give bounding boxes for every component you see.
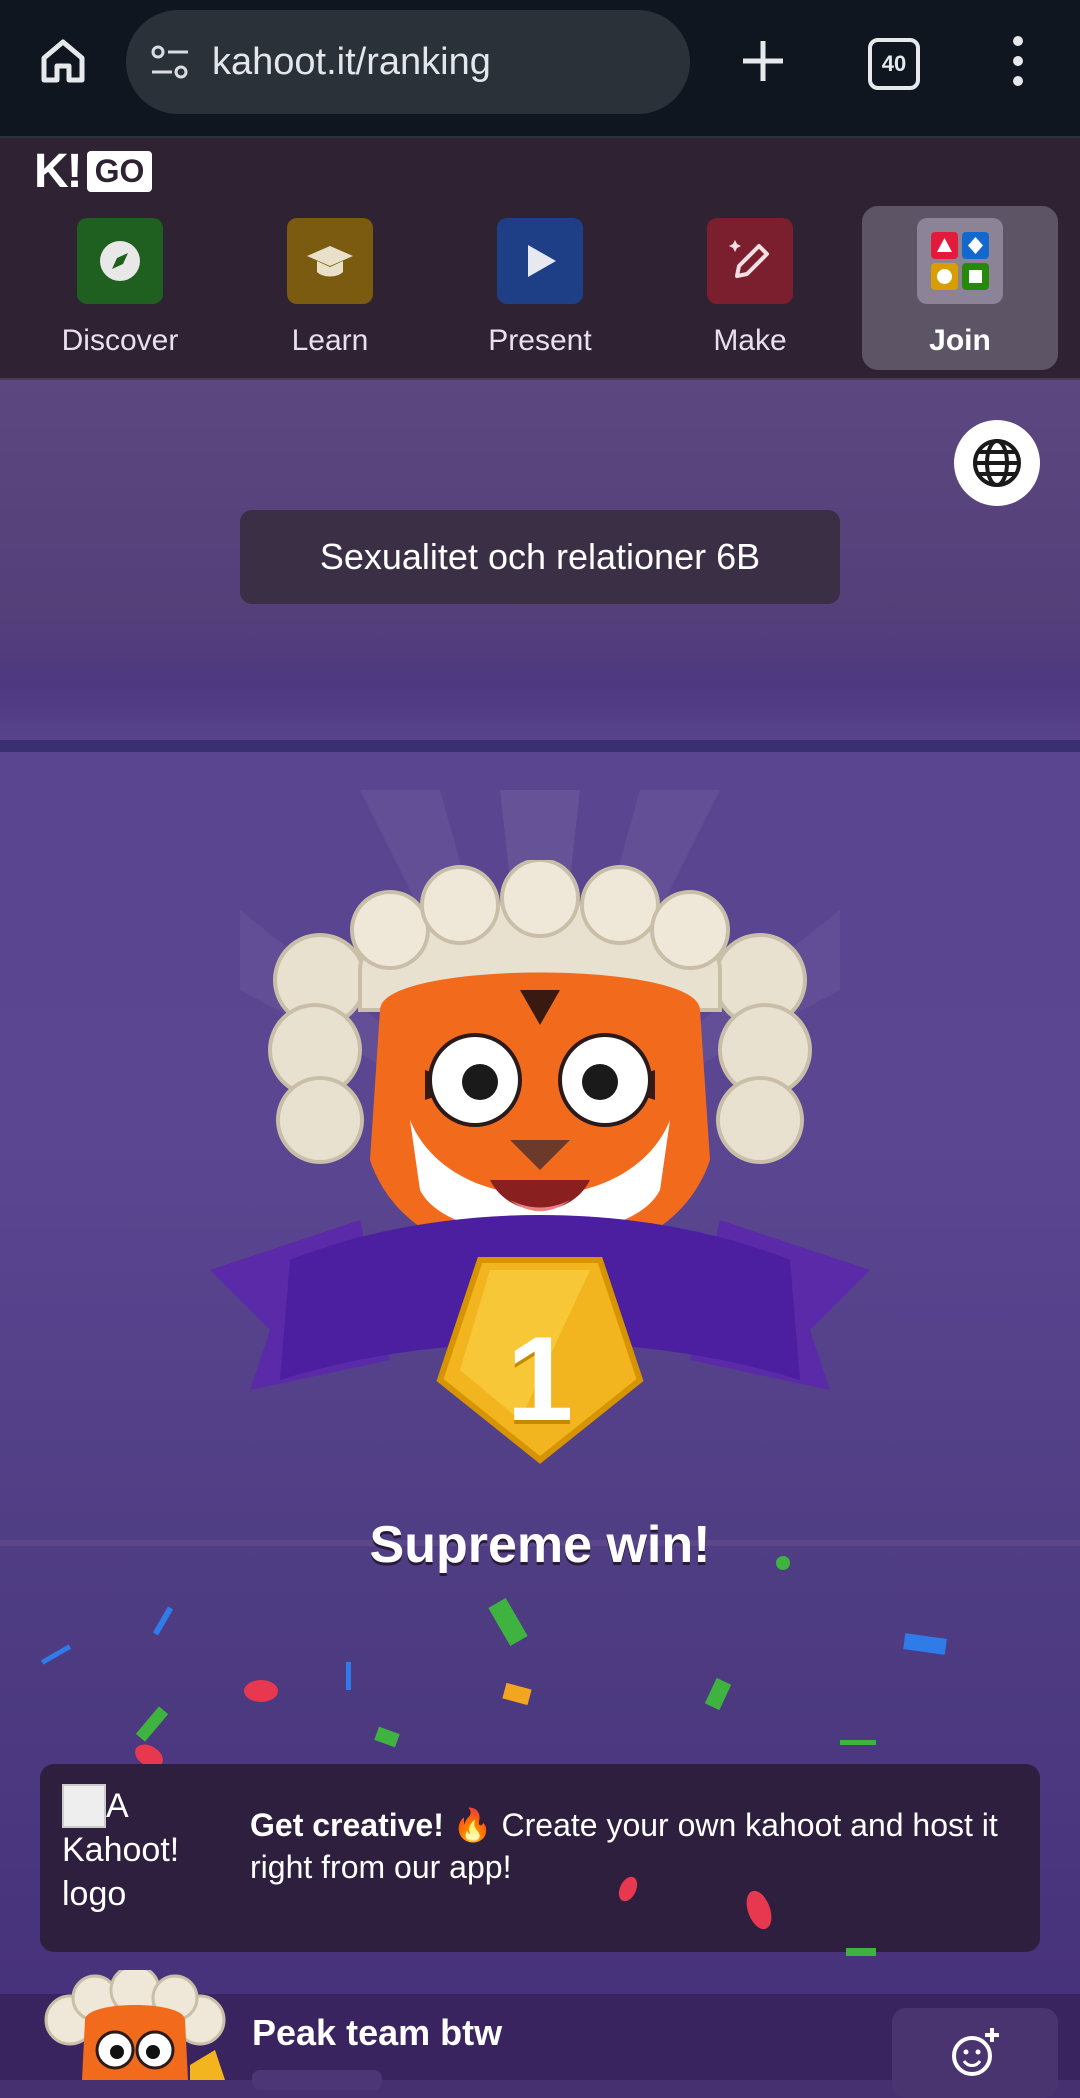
- confetti-piece: [502, 1682, 532, 1706]
- more-menu-icon[interactable]: [1000, 36, 1036, 86]
- kahoot-logo-image: A Kahoot! logo: [62, 1784, 222, 1916]
- kahoot-go-logo[interactable]: K! GO: [34, 144, 153, 198]
- add-reaction-button[interactable]: [892, 2008, 1058, 2098]
- player-score-pill: [252, 2070, 382, 2090]
- player-avatar: [44, 1970, 226, 2080]
- nav-label: Learn: [291, 324, 369, 357]
- graduation-cap-icon: [287, 218, 373, 304]
- nav-present[interactable]: Present: [442, 206, 638, 370]
- nav-make[interactable]: Make: [652, 206, 848, 370]
- nav-label: Join: [929, 324, 991, 357]
- globe-icon[interactable]: [954, 420, 1040, 506]
- tab-switcher-button[interactable]: 40: [868, 38, 920, 90]
- logo-go-text: GO: [86, 150, 153, 192]
- fire-emoji: 🔥: [452, 1807, 493, 1843]
- home-icon[interactable]: [30, 28, 96, 94]
- nav-label: Make: [713, 324, 787, 357]
- address-bar[interactable]: kahoot.it/ranking: [126, 10, 690, 114]
- background-stripe: [0, 740, 1080, 752]
- compass-icon: [77, 218, 163, 304]
- confetti-piece: [40, 1644, 72, 1665]
- site-settings-icon[interactable]: [148, 40, 192, 84]
- nav-join[interactable]: Join: [862, 206, 1058, 370]
- pencil-sparkle-icon: [707, 218, 793, 304]
- browser-toolbar: kahoot.it/ranking 40: [0, 0, 1080, 138]
- nav-label: Discover: [61, 324, 179, 357]
- promo-banner[interactable]: A Kahoot! logo Get creative! 🔥 Create yo…: [40, 1764, 1040, 1952]
- confetti-piece: [903, 1633, 947, 1655]
- nav-label: Present: [488, 324, 592, 357]
- play-icon: [497, 218, 583, 304]
- url-text: kahoot.it/ranking: [212, 40, 491, 83]
- confetti-piece: [846, 1948, 876, 1956]
- new-tab-icon[interactable]: [730, 28, 796, 94]
- confetti-piece: [244, 1680, 278, 1702]
- rank-number: 1: [506, 1312, 574, 1446]
- nav-learn[interactable]: Learn: [232, 206, 428, 370]
- confetti-piece: [346, 1662, 351, 1690]
- confetti-piece: [488, 1597, 528, 1647]
- result-text: Supreme win!: [369, 1516, 711, 1574]
- confetti-piece: [135, 1706, 169, 1742]
- confetti-piece: [840, 1740, 876, 1745]
- quiz-title: Sexualitet och relationer 6B: [240, 510, 840, 604]
- confetti-piece: [374, 1726, 400, 1748]
- promo-bold-text: Get creative!: [250, 1807, 444, 1843]
- confetti-piece: [776, 1556, 790, 1570]
- player-name: Peak team btw: [252, 2012, 503, 2053]
- nav-discover[interactable]: Discover: [22, 206, 218, 370]
- app-header: K! GO Discover Learn Present Make Join: [0, 138, 1080, 380]
- confetti-piece: [704, 1677, 732, 1711]
- join-shapes-icon: [917, 218, 1003, 304]
- confetti-piece: [152, 1606, 174, 1636]
- logo-k-text: K!: [34, 144, 83, 198]
- player-bar: Peak team btw: [0, 1970, 1080, 2098]
- add-emoji-icon: [952, 2028, 999, 2076]
- broken-image-icon: [62, 1784, 106, 1828]
